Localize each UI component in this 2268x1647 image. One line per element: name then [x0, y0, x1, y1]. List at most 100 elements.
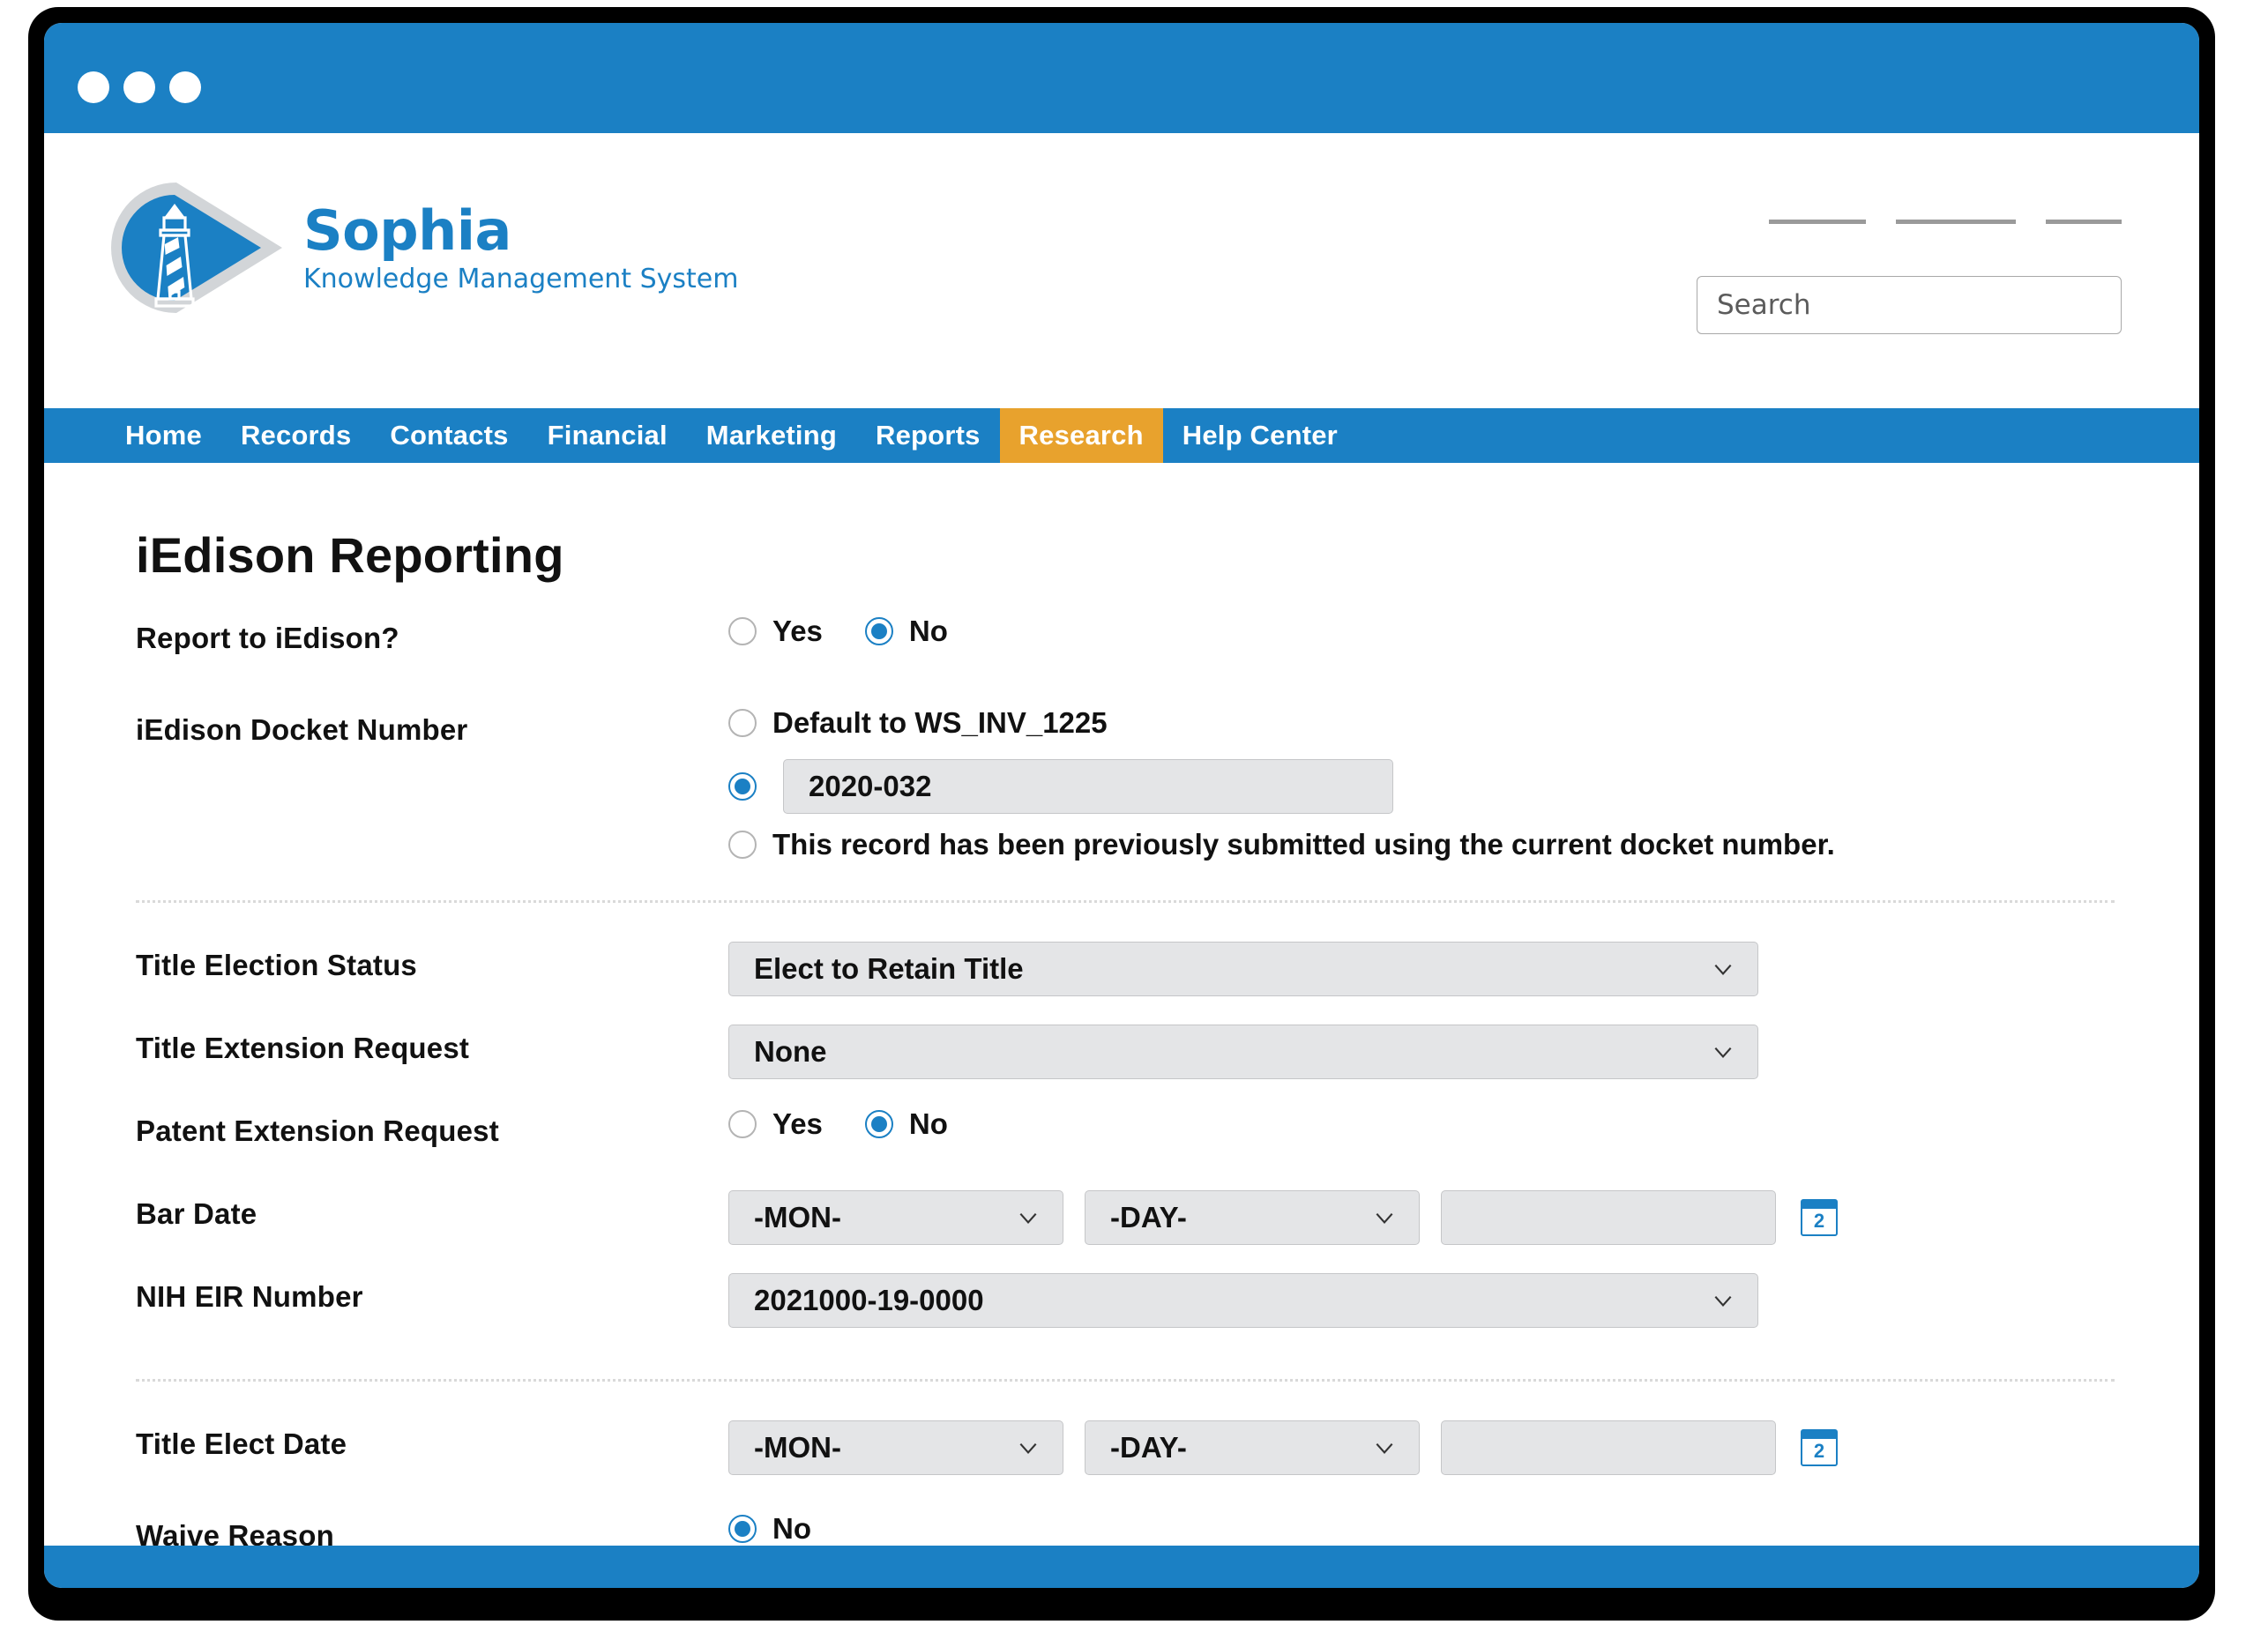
- radio-label-patent-yes: Yes: [772, 1107, 823, 1140]
- device-frame: Sophia Knowledge Management System Home …: [28, 7, 2215, 1621]
- radio-group-report-to-iedison: Yes No: [728, 615, 948, 648]
- label-bar-date: Bar Date: [136, 1197, 257, 1230]
- radio-label-docket-previous: This record has been previously submitte…: [772, 828, 1835, 861]
- calendar-icon-label: 2: [1813, 1440, 1825, 1462]
- window-titlebar: [44, 23, 2199, 133]
- brand-subtitle: Knowledge Management System: [303, 263, 739, 294]
- radio-group-patent-extension-request: Yes No: [728, 1107, 948, 1141]
- calendar-icon-title-elect-date[interactable]: 2: [1801, 1429, 1838, 1466]
- nav-item-research[interactable]: Research: [999, 408, 1163, 463]
- radio-option-patent-no[interactable]: No: [864, 1107, 948, 1141]
- chevron-down-icon: [1714, 964, 1732, 976]
- radio-icon-patent-no: [864, 1110, 893, 1138]
- radio-label-patent-no: No: [908, 1107, 948, 1140]
- section-divider-1: [136, 900, 2115, 903]
- label-patent-extension-request: Patent Extension Request: [136, 1114, 499, 1147]
- radio-label-report-yes: Yes: [772, 615, 823, 647]
- radio-option-patent-yes[interactable]: Yes: [728, 1107, 823, 1141]
- nav-item-financial[interactable]: Financial: [528, 408, 687, 463]
- chevron-down-icon: [1376, 1442, 1393, 1455]
- radio-option-docket-default[interactable]: Default to WS_INV_1225: [728, 706, 2072, 740]
- select-nih-eir-number[interactable]: 2021000-19-0000: [728, 1273, 1758, 1328]
- page-title: iEdison Reporting: [136, 527, 564, 583]
- select-value-title-extension-request: None: [754, 1035, 827, 1068]
- docket-number-input[interactable]: [783, 759, 1393, 814]
- input-bar-date-year[interactable]: [1441, 1190, 1776, 1245]
- label-nih-eir-number: NIH EIR Number: [136, 1280, 363, 1313]
- radio-icon-report-no: [864, 617, 893, 645]
- select-title-election-status[interactable]: Elect to Retain Title: [728, 942, 1758, 996]
- radio-option-report-yes[interactable]: Yes: [728, 615, 823, 648]
- field-row-bar-date: Bar Date -MON- -DAY- 2: [136, 1190, 2115, 1257]
- calendar-icon-bar-date[interactable]: 2: [1801, 1199, 1838, 1236]
- header-link-placeholder-3[interactable]: [2046, 220, 2122, 224]
- nav-item-reports[interactable]: Reports: [856, 408, 1000, 463]
- lighthouse-logo-icon: [111, 183, 282, 313]
- brand-logo-group[interactable]: Sophia Knowledge Management System: [106, 177, 738, 318]
- search-input[interactable]: [1697, 276, 2122, 334]
- brand-title: Sophia: [303, 197, 511, 263]
- radio-option-waive-no[interactable]: No: [728, 1512, 2072, 1546]
- window-minimize-button[interactable]: [123, 71, 155, 103]
- select-bar-date-day[interactable]: -DAY-: [1085, 1190, 1420, 1245]
- chevron-down-icon: [1376, 1212, 1393, 1225]
- label-docket-number: iEdison Docket Number: [136, 713, 468, 746]
- chevron-down-icon: [1019, 1212, 1037, 1225]
- label-title-elect-date: Title Elect Date: [136, 1427, 347, 1460]
- select-value-bar-date-day: -DAY-: [1110, 1201, 1187, 1233]
- field-row-docket-number: iEdison Docket Number Default to WS_INV_…: [136, 706, 2115, 861]
- window-close-button[interactable]: [78, 71, 109, 103]
- header-link-placeholder-1[interactable]: [1769, 220, 1866, 224]
- radio-label-waive-no: No: [772, 1512, 811, 1545]
- nav-item-contacts[interactable]: Contacts: [370, 408, 527, 463]
- radio-option-report-no[interactable]: No: [864, 615, 948, 648]
- nav-item-help-center[interactable]: Help Center: [1163, 408, 1357, 463]
- radio-icon-docket-default: [728, 709, 757, 737]
- label-title-extension-request: Title Extension Request: [136, 1032, 470, 1064]
- iedison-reporting-form: Report to iEdison? Yes No iEdison Docket…: [136, 615, 2115, 1588]
- radio-icon-docket-previous: [728, 831, 757, 859]
- chevron-down-icon: [1019, 1442, 1037, 1455]
- radio-icon-patent-yes: [728, 1110, 757, 1138]
- docket-custom-row: [728, 759, 2115, 814]
- section-divider-2: [136, 1379, 2115, 1382]
- radio-icon-waive-no: [728, 1515, 757, 1543]
- header-utility-links: [1769, 220, 2122, 224]
- radio-icon-docket-custom[interactable]: [728, 772, 757, 801]
- field-row-title-elect-date: Title Elect Date -MON- -DAY- 2: [136, 1420, 2115, 1487]
- radio-option-docket-previous[interactable]: This record has been previously submitte…: [728, 828, 2115, 861]
- main-navigation: Home Records Contacts Financial Marketin…: [44, 408, 2199, 463]
- select-bar-date-month[interactable]: -MON-: [728, 1190, 1063, 1245]
- chevron-down-icon: [1714, 1295, 1732, 1308]
- select-value-title-elect-date-month: -MON-: [754, 1431, 841, 1464]
- field-row-nih-eir-number: NIH EIR Number 2021000-19-0000: [136, 1273, 2115, 1340]
- label-title-election-status: Title Election Status: [136, 949, 417, 981]
- select-value-nih-eir-number: 2021000-19-0000: [754, 1284, 984, 1316]
- field-row-title-election-status: Title Election Status Elect to Retain Ti…: [136, 942, 2115, 1009]
- select-value-bar-date-month: -MON-: [754, 1201, 841, 1233]
- field-row-report-to-iedison: Report to iEdison? Yes No: [136, 615, 2115, 682]
- input-title-elect-date-year[interactable]: [1441, 1420, 1776, 1475]
- nav-item-marketing[interactable]: Marketing: [687, 408, 856, 463]
- browser-window: Sophia Knowledge Management System Home …: [44, 23, 2199, 1588]
- window-maximize-button[interactable]: [169, 71, 201, 103]
- field-row-title-extension-request: Title Extension Request None: [136, 1025, 2115, 1092]
- nav-item-records[interactable]: Records: [221, 408, 370, 463]
- page-header: Sophia Knowledge Management System: [44, 133, 2199, 408]
- calendar-icon-label: 2: [1813, 1210, 1825, 1232]
- select-title-extension-request[interactable]: None: [728, 1025, 1758, 1079]
- field-row-patent-extension-request: Patent Extension Request Yes No: [136, 1107, 2115, 1174]
- select-value-title-elect-date-day: -DAY-: [1110, 1431, 1187, 1464]
- radio-label-docket-default: Default to WS_INV_1225: [772, 706, 1108, 739]
- header-link-placeholder-2[interactable]: [1896, 220, 2016, 224]
- select-title-elect-date-month[interactable]: -MON-: [728, 1420, 1063, 1475]
- radio-label-report-no: No: [908, 615, 948, 647]
- nav-item-home[interactable]: Home: [106, 408, 221, 463]
- select-title-elect-date-day[interactable]: -DAY-: [1085, 1420, 1420, 1475]
- chevron-down-icon: [1714, 1047, 1732, 1059]
- radio-icon-report-yes: [728, 617, 757, 645]
- select-value-title-election-status: Elect to Retain Title: [754, 952, 1024, 985]
- label-report-to-iedison: Report to iEdison?: [136, 622, 399, 654]
- page-footer-bar: [44, 1546, 2199, 1588]
- page-content: iEdison Reporting Report to iEdison? Yes: [44, 463, 2199, 1588]
